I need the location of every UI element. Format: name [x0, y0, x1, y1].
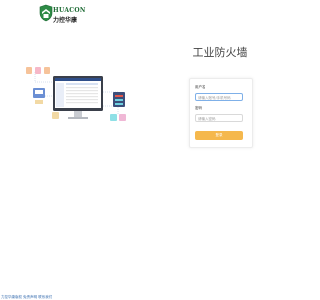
- username-label: 用户名: [195, 85, 206, 89]
- username-input[interactable]: 请输入账号/手机号码: [195, 93, 243, 101]
- password-input[interactable]: 请输入密码: [195, 114, 243, 122]
- server-icon: [113, 92, 125, 107]
- hero-illustration: [23, 62, 133, 128]
- login-panel: 用户名 请输入账号/手机号码 密码 请输入密码 登录: [189, 78, 253, 148]
- page-title: 工业防火墙: [192, 46, 248, 59]
- bottom-right-device-icons: [110, 114, 126, 121]
- left-printer-icon: [33, 88, 45, 104]
- top-device-icons: [26, 67, 50, 74]
- brand-logo: HUACON 力控华康: [39, 4, 85, 26]
- bottom-left-device-icon: [52, 112, 59, 119]
- login-button[interactable]: 登录: [195, 131, 243, 140]
- brand-name-cn: 力控华康: [53, 17, 78, 24]
- brand-name-en: HUACON: [53, 7, 86, 14]
- footer-links[interactable]: 力控华康版权 免责声明 联系我们: [1, 295, 52, 300]
- shield-icon: [39, 4, 53, 22]
- monitor-icon: [53, 76, 103, 119]
- password-label: 密码: [195, 106, 202, 110]
